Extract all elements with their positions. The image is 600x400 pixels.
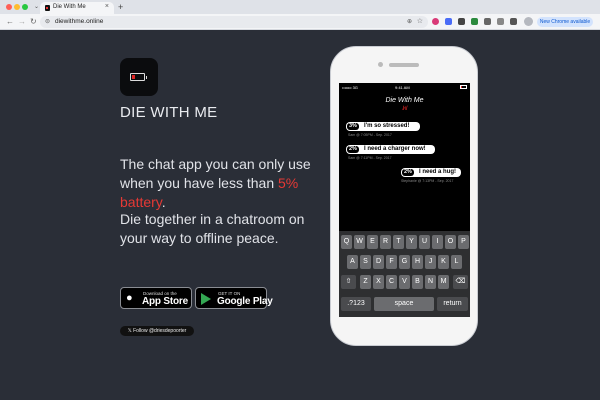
reload-icon[interactable]: ↻ [30, 17, 37, 26]
phone-mockup: ••ooo 3G 9:41 AM Die With Me ꟽ 3% I'm so… [330, 46, 478, 346]
address-bar[interactable]: ⊜ diewithme.online ⊕ ☆ [40, 16, 428, 28]
keyboard-key: F [386, 255, 397, 269]
phone-keyboard: Q W E R T Y U I O P A S D F G H J K L ⇧ Z X C V B N M ⌫ .?123 space re… [339, 231, 470, 317]
keyboard-key: U [419, 235, 430, 249]
tab-die-with-me[interactable]: Die With Me × [40, 2, 114, 14]
message-battery-percent: 2% [402, 169, 414, 176]
keyboard-key: B [412, 275, 423, 289]
keyboard-key: I [432, 235, 443, 249]
chat-message: 2% I need a hug! [401, 168, 461, 177]
chat-title: Die With Me [385, 97, 424, 104]
update-chrome-button[interactable]: New Chrome available [537, 17, 593, 27]
tab-close-icon[interactable]: × [105, 3, 109, 10]
phone-status-bar: ••ooo 3G 9:41 AM [339, 83, 470, 91]
keyboard-key: ⇧ [341, 275, 356, 289]
app-store-button[interactable]: ● Download on the App Store [120, 287, 192, 309]
window-close-button[interactable] [6, 4, 12, 10]
profile-avatar[interactable] [524, 17, 533, 26]
keyboard-key: Y [406, 235, 417, 249]
chat-logo: ꟽ [401, 106, 408, 112]
keyboard-key: E [367, 235, 378, 249]
message-text: I'm so stressed! [364, 123, 410, 129]
window-minimize-button[interactable] [14, 4, 20, 10]
bookmark-star-icon[interactable]: ☆ [417, 17, 423, 25]
keyboard-key: G [399, 255, 410, 269]
keyboard-key: L [451, 255, 462, 269]
zoom-icon[interactable]: ⊕ [407, 18, 412, 25]
keyboard-key: ⌫ [453, 275, 468, 289]
keyboard-key: H [412, 255, 423, 269]
message-meta: Sam @ 7:05PM - Sep. 2017 [348, 133, 392, 137]
extension-icon[interactable] [445, 18, 452, 25]
message-text: I need a hug! [419, 169, 457, 175]
keyboard-key: S [360, 255, 371, 269]
message-meta: Sam @ 7:11PM - Sep. 2017 [348, 156, 392, 160]
forward-icon[interactable]: → [18, 17, 26, 26]
carrier-text: ••ooo 3G [342, 85, 358, 90]
phone-speaker [389, 63, 419, 67]
keyboard-key: Q [341, 235, 352, 249]
app-store-label: App Store [142, 296, 188, 307]
status-time: 9:41 AM [395, 85, 410, 90]
url-text[interactable]: diewithme.online [55, 18, 103, 25]
tab-list-icon[interactable]: ⌄ [34, 4, 39, 10]
app-logo [120, 58, 158, 96]
keyboard-key: Z [360, 275, 371, 289]
keyboard-key: R [380, 235, 391, 249]
extension-icon[interactable] [458, 18, 465, 25]
extension-icon[interactable] [432, 18, 439, 25]
new-tab-button[interactable]: + [118, 2, 123, 12]
chat-message: 2% I need a charger now! [346, 145, 435, 154]
chat-message: 3% I'm so stressed! [346, 122, 420, 131]
back-icon[interactable]: ← [6, 17, 14, 26]
site-info-icon[interactable]: ⊜ [45, 18, 50, 25]
keyboard-key: .?123 [341, 297, 371, 311]
message-meta: Stephanie @ 7:13PM - Sep. 2017 [401, 179, 454, 183]
extension-icon[interactable] [484, 18, 491, 25]
phone-home-button [391, 325, 417, 341]
phone-screen: ••ooo 3G 9:41 AM Die With Me ꟽ 3% I'm so… [339, 83, 470, 317]
keyboard-key: P [458, 235, 469, 249]
apple-icon: ● [126, 292, 133, 304]
keyboard-key: V [399, 275, 410, 289]
subline: Die together in a chatroom on your way t… [120, 211, 305, 246]
keyboard-key: J [425, 255, 436, 269]
keyboard-key: M [438, 275, 449, 289]
phone-camera [378, 62, 383, 67]
battery-favicon-icon [45, 5, 50, 11]
browser-tab-bar: ⌄ Die With Me × + [0, 0, 600, 14]
status-battery-icon [460, 85, 467, 89]
message-battery-percent: 2% [347, 146, 359, 153]
window-maximize-button[interactable] [22, 4, 28, 10]
keyboard-key: K [438, 255, 449, 269]
keyboard-key: space [374, 297, 434, 311]
tagline: The chat app you can only use when you h… [120, 155, 320, 212]
keyboard-key: W [354, 235, 365, 249]
keyboard-key: return [437, 297, 468, 311]
app-name-heading: DIE WITH ME [120, 104, 218, 121]
battery-level [132, 75, 135, 79]
keyboard-key: N [425, 275, 436, 289]
google-play-icon [201, 293, 211, 305]
keyboard-key: C [386, 275, 397, 289]
tab-title: Die With Me [53, 4, 86, 10]
extension-icon[interactable] [471, 18, 478, 25]
extension-icon[interactable] [497, 18, 504, 25]
keyboard-key: X [373, 275, 384, 289]
google-play-button[interactable]: GET IT ON Google Play [195, 287, 273, 309]
keyboard-key: T [393, 235, 404, 249]
tagline-end: . [161, 194, 166, 210]
message-battery-percent: 3% [347, 123, 359, 130]
extensions-puzzle-icon[interactable] [510, 18, 517, 25]
browser-toolbar: ← → ↻ ⊜ diewithme.online ⊕ ☆ New Chrome … [0, 14, 600, 30]
keyboard-key: A [347, 255, 358, 269]
keyboard-key: O [445, 235, 456, 249]
google-play-label: Google Play [217, 296, 273, 307]
message-text: I need a charger now! [364, 146, 426, 152]
low-battery-icon [130, 73, 147, 81]
follow-x-button[interactable]: 𝕏 Follow @driesdepoorter [120, 326, 194, 336]
keyboard-key: D [373, 255, 384, 269]
